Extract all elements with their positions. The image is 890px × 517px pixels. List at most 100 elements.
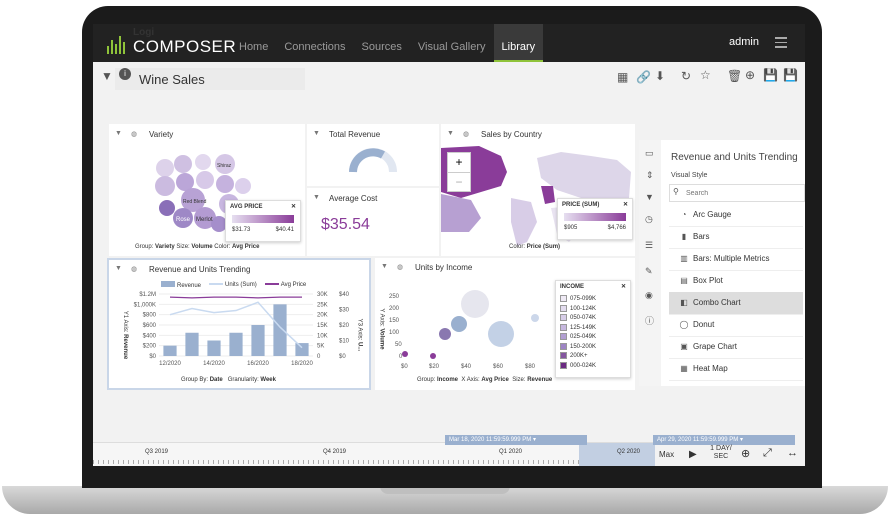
legend-item[interactable]: 200K+ bbox=[560, 352, 596, 362]
revenue-bar[interactable] bbox=[295, 343, 309, 356]
bubble[interactable] bbox=[159, 200, 175, 216]
search-box[interactable]: ⚲ bbox=[669, 184, 805, 202]
bubble[interactable] bbox=[156, 159, 174, 177]
zoom-in-button[interactable]: + bbox=[448, 153, 470, 173]
layout-icon[interactable]: ▦ bbox=[617, 70, 628, 84]
legend-label: 025-049K bbox=[570, 334, 597, 341]
nav-visual-gallery[interactable]: Visual Gallery bbox=[410, 24, 494, 62]
dashboard-title[interactable]: Wine Sales bbox=[139, 72, 205, 87]
visual-style-item[interactable]: ◧ Combo Chart bbox=[669, 292, 803, 315]
visual-style-item[interactable]: ◔ Arc Gauge bbox=[669, 204, 803, 227]
panel-revenue-trending[interactable]: ▼ ◍ Revenue and Units Trending Revenue U… bbox=[107, 258, 371, 390]
filter-icon[interactable]: ▼ bbox=[645, 192, 654, 202]
scatter-bubble[interactable] bbox=[430, 353, 436, 359]
clock-icon[interactable]: ◷ bbox=[645, 214, 653, 225]
nav-library[interactable]: Library bbox=[493, 24, 544, 62]
sliders-icon[interactable]: ☰ bbox=[645, 240, 653, 251]
scatter-bubble[interactable] bbox=[531, 314, 539, 322]
footer-value: Week bbox=[260, 377, 276, 383]
visual-style-item[interactable]: ◯ Donut bbox=[669, 314, 803, 337]
palette-icon[interactable]: ◉ bbox=[645, 290, 653, 301]
save-icon[interactable]: 💾 bbox=[783, 68, 798, 82]
bubble[interactable] bbox=[196, 171, 214, 189]
info-icon[interactable]: i bbox=[119, 68, 131, 80]
visual-style-item[interactable]: ▤ Box Plot bbox=[669, 270, 803, 293]
visual-style-item[interactable]: ▥ Bars: Multiple Metrics bbox=[669, 248, 803, 271]
zoom-icon[interactable]: ⊕ bbox=[741, 447, 750, 460]
revenue-bar[interactable] bbox=[207, 340, 221, 357]
close-icon[interactable]: ✕ bbox=[623, 201, 628, 208]
timeline-strip[interactable]: Q3 2019 Q4 2019 Q1 2020 Q2 2020 bbox=[93, 442, 655, 466]
svg-text:100: 100 bbox=[389, 330, 400, 336]
link-icon[interactable]: 🔗 bbox=[636, 70, 651, 84]
legend-item[interactable]: 075-099K bbox=[560, 295, 596, 305]
close-icon[interactable]: ✕ bbox=[291, 203, 296, 210]
nav-sources[interactable]: Sources bbox=[354, 24, 410, 62]
scatter-bubble[interactable] bbox=[461, 290, 489, 318]
trash-icon[interactable]: 🗑 bbox=[727, 69, 742, 83]
info-icon[interactable]: ⓘ bbox=[645, 314, 654, 327]
nav-connections[interactable]: Connections bbox=[276, 24, 353, 62]
revenue-bar[interactable] bbox=[251, 325, 265, 356]
resize-icon[interactable]: ↔ bbox=[787, 447, 798, 459]
legend-item[interactable]: 125-149K bbox=[560, 323, 596, 334]
search-input[interactable] bbox=[684, 186, 798, 200]
revenue-bar[interactable] bbox=[229, 332, 243, 356]
revenue-bar[interactable] bbox=[185, 332, 199, 356]
bubble-label: Shiraz bbox=[217, 163, 232, 169]
menu-icon[interactable] bbox=[775, 37, 787, 51]
sort-icon[interactable]: ⇕ bbox=[646, 170, 654, 181]
nav-home[interactable]: Home bbox=[231, 24, 276, 62]
filter-icon[interactable]: ▼ bbox=[313, 194, 320, 201]
visual-style-item[interactable]: ▮ Bars bbox=[669, 226, 803, 249]
panel-average-cost[interactable]: ▼ Average Cost $35.54 bbox=[307, 188, 439, 256]
y3-tick: $0 bbox=[339, 354, 346, 360]
visual-style-item[interactable]: ▣ Grape Chart bbox=[669, 336, 803, 359]
legend-item[interactable]: 025-049K bbox=[560, 333, 596, 343]
timeline-start-tag[interactable]: Mar 18, 2020 11:59:59.999 PM ▾ bbox=[445, 435, 587, 445]
eye-icon[interactable]: ◍ bbox=[463, 130, 469, 138]
download-icon[interactable]: ⬇ bbox=[655, 69, 665, 83]
zoom-out-button[interactable]: − bbox=[448, 173, 470, 191]
tag-text: Mar 18, 2020 11:59:59.999 PM bbox=[449, 437, 532, 443]
monitor-icon[interactable]: ▭ bbox=[645, 148, 654, 159]
max-button[interactable]: Max bbox=[659, 450, 674, 459]
bubble[interactable] bbox=[155, 176, 175, 196]
bubble[interactable] bbox=[235, 178, 251, 194]
scatter-bubble[interactable] bbox=[451, 316, 467, 332]
panel-units-by-income[interactable]: ▼ ◍ Units by Income Y Axis: Volume 250 20… bbox=[375, 258, 635, 390]
legend-item[interactable]: 000-024K bbox=[560, 361, 596, 372]
legend-item[interactable]: 050-074K bbox=[560, 314, 596, 324]
user-name[interactable]: admin bbox=[729, 36, 759, 48]
refresh-icon[interactable]: ↻ bbox=[681, 69, 691, 83]
revenue-bar[interactable] bbox=[273, 304, 287, 356]
avg-price-line[interactable] bbox=[169, 296, 302, 299]
save-as-icon[interactable]: 💾 bbox=[763, 68, 778, 82]
combo-chart[interactable]: $0 $200 $400 $600 $800 $1,000K $1.2M 0 5K 10K 15K 2… bbox=[109, 260, 373, 392]
timeline-end-tag[interactable]: Apr 29, 2020 11:59:59.999 PM ▾ bbox=[653, 435, 795, 445]
legend-label: 200K+ bbox=[570, 353, 588, 360]
scatter-bubble[interactable] bbox=[439, 328, 451, 340]
visual-style-panel: ▭ ⇕ ▼ ◷ ☰ ✎ ◉ ⓘ Revenue and Units Trendi… bbox=[639, 140, 805, 386]
panel-variety[interactable]: ▼ ◍ Variety Shiraz Red Blend Rose Merlot bbox=[109, 124, 305, 256]
brush-icon[interactable]: ✎ bbox=[645, 266, 653, 277]
panel-sales-by-country[interactable]: ▼ ◍ Sales by Country + − PRICE (SUM) ✕ $… bbox=[441, 124, 635, 256]
revenue-bar[interactable] bbox=[163, 345, 177, 356]
bubble[interactable] bbox=[195, 154, 211, 170]
add-icon[interactable]: ⊕ bbox=[745, 68, 755, 82]
legend-item[interactable]: 150-200K bbox=[560, 342, 596, 353]
bubble[interactable] bbox=[174, 155, 192, 173]
play-icon[interactable]: ▶ bbox=[689, 449, 697, 460]
legend-item[interactable]: 100-124K bbox=[560, 304, 596, 315]
step-button[interactable]: 1 DAY/ SEC bbox=[707, 445, 735, 461]
scatter-bubble[interactable] bbox=[402, 351, 408, 357]
expand-icon[interactable]: ⤢ bbox=[763, 447, 772, 460]
bubble[interactable] bbox=[216, 175, 234, 193]
scatter-bubble[interactable] bbox=[488, 321, 514, 347]
star-icon[interactable]: ☆ bbox=[700, 68, 711, 82]
panel-total-revenue[interactable]: ▼ Total Revenue bbox=[307, 124, 439, 186]
filter-icon[interactable]: ▼ bbox=[101, 69, 113, 83]
close-icon[interactable]: ✕ bbox=[621, 283, 626, 290]
filter-icon[interactable]: ▼ bbox=[447, 130, 454, 137]
visual-style-item[interactable]: ▦ Heat Map bbox=[669, 358, 803, 381]
